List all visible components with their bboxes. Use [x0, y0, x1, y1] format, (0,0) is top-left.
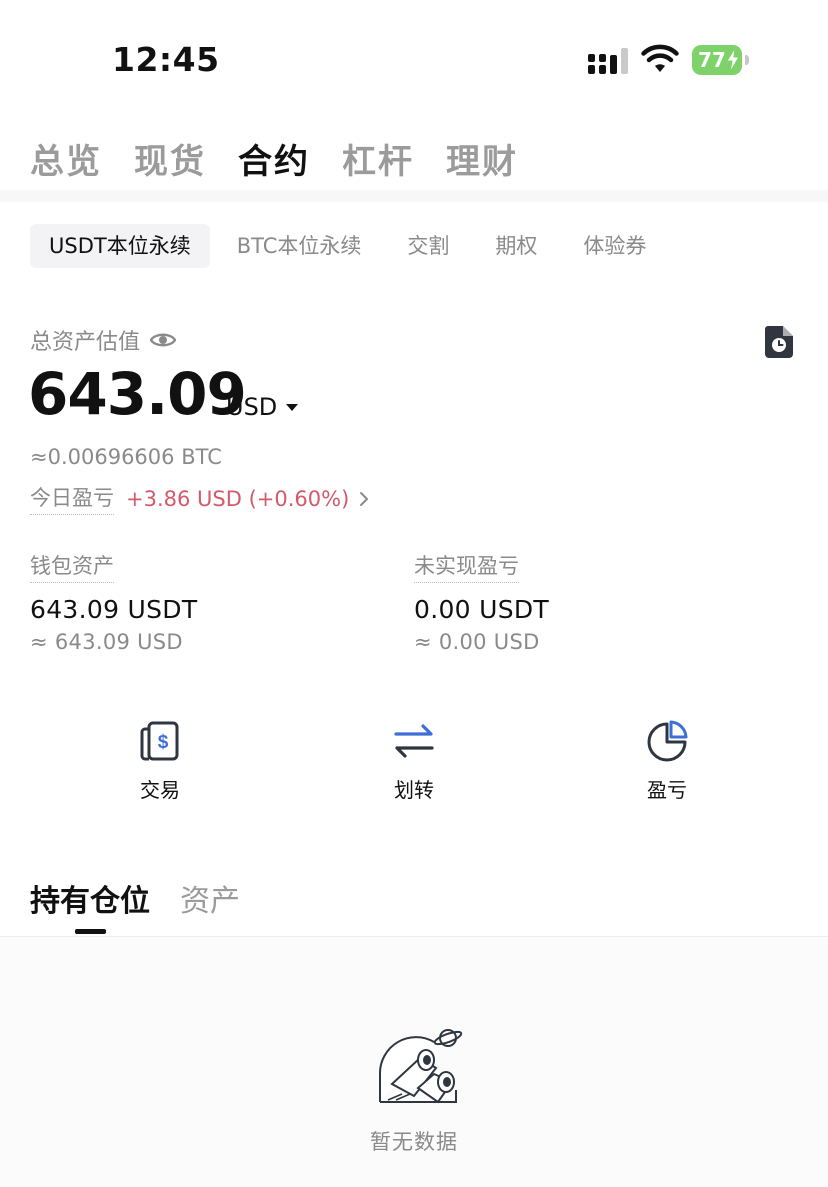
wallet-assets-usd: ≈ 643.09 USD: [30, 630, 183, 654]
today-pnl-label: 今日盈亏: [30, 482, 114, 515]
wifi-icon: [641, 44, 679, 72]
total-assets-label-row: 总资产估值: [30, 324, 177, 356]
battery-indicator: 77: [692, 45, 752, 75]
total-assets-value: 643.09: [28, 360, 247, 428]
unrealized-pnl: 未实现盈亏 0.00 USDT ≈ 0.00 USD: [414, 550, 774, 654]
empty-state-text: 暂无数据: [370, 1130, 458, 1154]
today-pnl-row[interactable]: 今日盈亏 +3.86 USD (+0.60%): [30, 482, 369, 515]
tab-positions[interactable]: 持有仓位: [30, 876, 150, 920]
unrealized-pnl-usd: ≈ 0.00 USD: [414, 630, 540, 654]
transfer-button[interactable]: 划转: [354, 720, 474, 803]
btc-equivalent: ≈0.00696606 BTC: [30, 445, 222, 469]
wallet-assets-label: 钱包资产: [30, 550, 114, 583]
eye-icon[interactable]: [150, 331, 177, 349]
top-tabs: 总览 现货 合约 杠杆 理财: [30, 134, 518, 183]
binoculars-icon: [378, 1029, 463, 1104]
tab-margin[interactable]: 杠杆: [342, 134, 414, 183]
today-pnl-value: +3.86 USD (+0.60%): [126, 486, 350, 511]
history-record-icon[interactable]: [765, 326, 793, 358]
tab-overview[interactable]: 总览: [30, 134, 102, 183]
tab-earn[interactable]: 理财: [446, 134, 518, 183]
charging-bolt-icon: [726, 48, 740, 72]
caret-down-icon: [286, 403, 299, 411]
tab-futures[interactable]: 合约: [238, 134, 310, 183]
svg-text:$: $: [158, 732, 169, 753]
status-time: 12:45: [112, 40, 220, 79]
currency-label: USD: [226, 393, 278, 421]
wallet-assets: 钱包资产 643.09 USDT ≈ 643.09 USD: [30, 550, 390, 654]
subtab-trial-voucher[interactable]: 体验券: [564, 224, 665, 268]
unrealized-pnl-value: 0.00 USDT: [414, 595, 549, 624]
wallet-assets-value: 643.09 USDT: [30, 595, 198, 624]
pnl-chart-icon: [647, 720, 688, 762]
subtab-usdt-perpetual[interactable]: USDT本位永续: [30, 224, 210, 268]
section-divider: [0, 190, 828, 202]
battery-cap: [745, 55, 749, 65]
currency-selector[interactable]: USD: [226, 393, 299, 421]
active-tab-indicator: [75, 929, 106, 934]
cellular-signal-icon: [588, 48, 628, 74]
transfer-label: 划转: [394, 778, 434, 802]
sub-tabs: USDT本位永续 BTC本位永续 交割 期权 体验券: [30, 224, 673, 268]
tab-assets[interactable]: 资产: [180, 876, 240, 920]
trade-icon: $: [140, 721, 179, 761]
pnl-analysis-button[interactable]: 盈亏: [607, 720, 727, 803]
transfer-icon: [394, 724, 434, 758]
chevron-right-icon: [360, 491, 369, 506]
total-assets-label: 总资产估值: [30, 330, 141, 355]
trade-label: 交易: [140, 778, 180, 802]
unrealized-pnl-label: 未实现盈亏: [414, 550, 519, 583]
holdings-tabs: 持有仓位 资产: [30, 876, 240, 920]
trade-button[interactable]: $ 交易: [100, 720, 220, 803]
subtab-btc-perpetual[interactable]: BTC本位永续: [218, 224, 381, 268]
subtab-options[interactable]: 期权: [476, 224, 556, 268]
subtab-delivery[interactable]: 交割: [388, 224, 468, 268]
pnl-label: 盈亏: [647, 778, 687, 802]
tab-spot[interactable]: 现货: [134, 134, 206, 183]
